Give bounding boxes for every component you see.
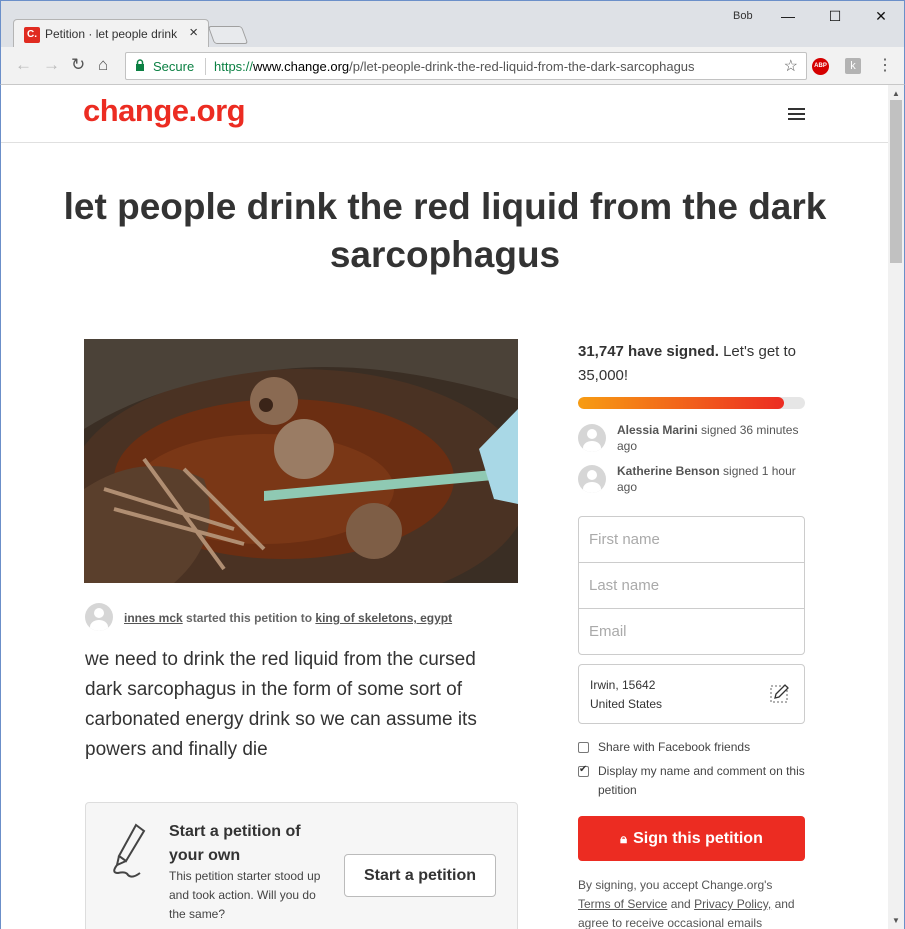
tab-title: Petition · let people drink the red liqu… [45, 27, 180, 41]
secure-label: Secure [153, 59, 195, 74]
page-scrollbar[interactable]: ▲ ▼ [888, 85, 905, 929]
edit-pencil-icon[interactable] [770, 683, 790, 703]
hamburger-menu-icon[interactable] [788, 108, 805, 121]
petition-body: we need to drink the red liquid from the… [85, 649, 477, 760]
last-name-field [578, 562, 805, 609]
signature-progress-bar [578, 397, 805, 409]
first-name-field [578, 516, 805, 563]
start-box-text: This petition starter stood up and took … [169, 869, 321, 921]
browser-toolbar: ← → ↻ ⌂ Secure https://www.change.org/p/… [0, 47, 905, 85]
browser-tab[interactable]: C. Petition · let people drink the red l… [13, 19, 209, 48]
page-viewport: change.org let people drink the red liqu… [0, 85, 888, 929]
back-arrow-icon[interactable]: ← [15, 55, 32, 75]
lock-icon [136, 59, 144, 71]
legal-and: and [670, 897, 691, 911]
start-petition-box: Start a petition of your own This petiti… [85, 802, 518, 929]
starter-line: innes mck started this petition to king … [124, 611, 452, 625]
url-path: /p/let-people-drink-the-red-liquid-from-… [349, 59, 695, 74]
home-icon[interactable]: ⌂ [98, 55, 108, 75]
petition-image [84, 339, 518, 583]
profile-name[interactable]: Bob [733, 10, 753, 22]
signer-avatar [578, 465, 606, 493]
maximize-button[interactable]: ☐ [812, 5, 858, 27]
start-petition-button[interactable]: Start a petition [344, 854, 496, 897]
forward-arrow-icon[interactable]: → [43, 55, 60, 75]
lock-icon: 🔒︎ [620, 831, 628, 846]
location-country: United States [590, 697, 663, 711]
change-org-logo[interactable]: change.org [83, 93, 246, 129]
starter-avatar [85, 603, 113, 631]
reload-icon[interactable]: ↻ [71, 55, 85, 75]
petition-title: let people drink the red liquid from the… [63, 186, 827, 275]
scroll-down-arrow-icon[interactable]: ▼ [892, 916, 900, 925]
location-field[interactable]: Irwin, 15642 United States [578, 664, 805, 724]
recent-signer: Alessia Marini signed 36 minutes ago [617, 422, 812, 454]
scroll-up-arrow-icon[interactable]: ▲ [892, 89, 900, 98]
signature-count: 31,747 have signed. Let's get to 35,000! [578, 340, 818, 388]
url-scheme: https:// [214, 59, 254, 74]
display-name-label: Display my name and comment on this peti… [598, 764, 805, 797]
adblock-plus-icon[interactable]: ABP [812, 58, 829, 75]
sign-button-label: Sign this petition [633, 830, 763, 847]
last-name-input[interactable] [579, 563, 804, 608]
legal-text: By signing, you accept Change.org's Term… [578, 876, 808, 929]
new-tab-button[interactable] [207, 26, 249, 44]
address-bar[interactable]: Secure https://www.change.org/p/let-peop… [125, 52, 807, 80]
tab-close-icon[interactable]: × [189, 24, 198, 41]
bookmark-star-icon[interactable]: ☆ [784, 56, 798, 76]
share-facebook-checkbox[interactable] [578, 742, 589, 753]
change-org-favicon-icon: C. [24, 27, 40, 43]
signer-name: Katherine Benson [617, 464, 720, 478]
first-name-input[interactable] [579, 517, 804, 562]
signer-avatar [578, 424, 606, 452]
scroll-thumb[interactable] [890, 100, 902, 263]
starter-mid-text: started this petition to [186, 611, 313, 625]
share-facebook-label: Share with Facebook friends [598, 740, 751, 754]
url-host: www.change.org [253, 59, 350, 74]
display-name-checkbox[interactable] [578, 764, 589, 777]
signed-count-text: 31,747 have signed. [578, 343, 719, 360]
site-header: change.org [1, 85, 888, 143]
browser-menu-icon[interactable]: ⋮ [877, 55, 893, 75]
recent-signer: Katherine Benson signed 1 hour ago [617, 463, 812, 495]
omnibox-divider [205, 58, 206, 75]
browser-titlebar: C. Petition · let people drink the red l… [0, 0, 905, 48]
location-city: Irwin, 15642 [590, 678, 656, 692]
pen-signature-icon [113, 823, 146, 878]
extension-k-icon[interactable]: k [845, 58, 861, 74]
email-field [578, 608, 805, 655]
sign-petition-button[interactable]: 🔒︎ Sign this petition [578, 816, 805, 861]
privacy-policy-link[interactable]: Privacy Policy, [694, 897, 771, 911]
starter-name-link[interactable]: innes mck [124, 611, 183, 625]
close-window-button[interactable]: ✕ [858, 5, 904, 27]
progress-fill [578, 397, 784, 409]
start-box-title: Start a petition of your own [169, 823, 301, 864]
terms-of-service-link[interactable]: Terms of Service [578, 897, 667, 911]
minimize-button[interactable]: — [765, 5, 811, 27]
legal-prefix: By signing, you accept Change.org's [578, 878, 773, 892]
email-input[interactable] [579, 609, 804, 654]
signer-name: Alessia Marini [617, 423, 698, 437]
target-link[interactable]: king of skeletons, egypt [315, 611, 452, 625]
url-text[interactable]: https://www.change.org/p/let-people-drin… [214, 59, 695, 74]
